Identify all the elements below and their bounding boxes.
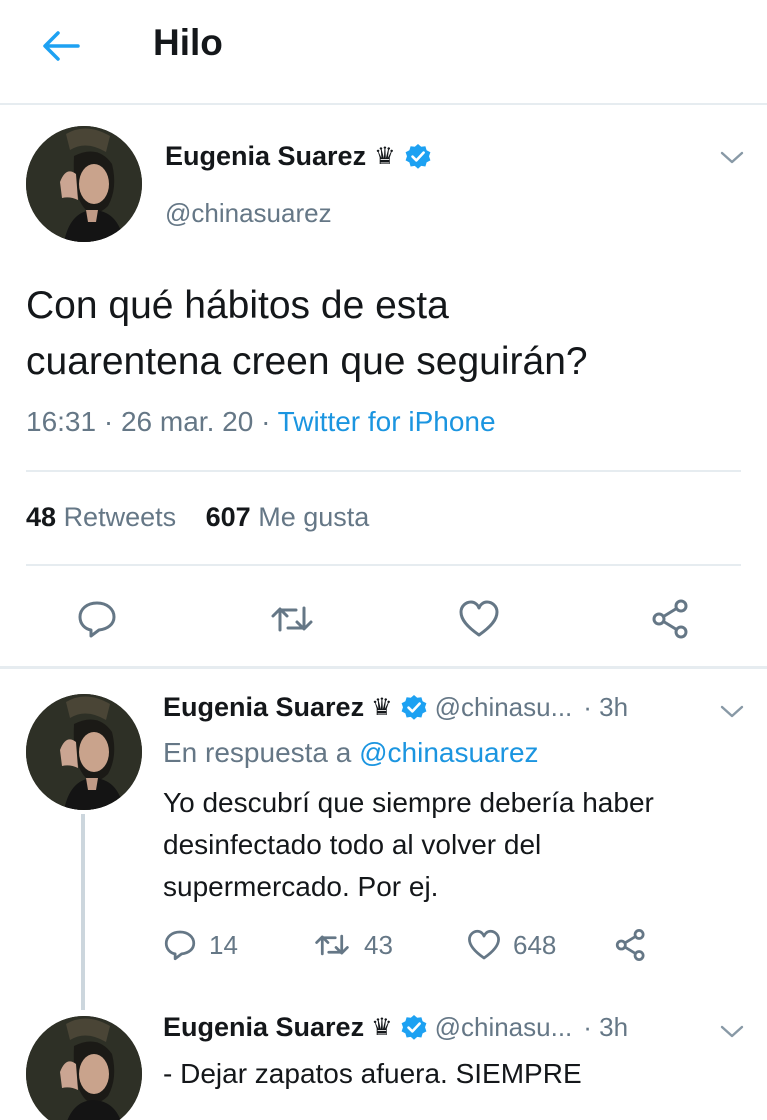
- share-button[interactable]: [650, 598, 692, 640]
- retweet-icon: [271, 606, 313, 632]
- divider: [26, 470, 741, 472]
- reply-context: En respuesta a @chinasuarez: [163, 737, 539, 769]
- tweet-source-link[interactable]: Twitter for iPhone: [278, 406, 496, 437]
- share-action[interactable]: [614, 928, 648, 962]
- avatar[interactable]: [26, 694, 142, 810]
- tweet-text-line: Yo descubrí que siempre debería haber: [163, 787, 654, 818]
- verified-badge-icon: [405, 143, 430, 169]
- like-button[interactable]: [458, 598, 500, 640]
- tweet-age: · 3h: [583, 692, 629, 722]
- reply-handle-link[interactable]: @chinasuarez: [359, 737, 538, 768]
- section-divider: [0, 666, 767, 669]
- likes-count: 607: [205, 502, 251, 532]
- like-icon: [459, 600, 499, 637]
- verified-badge-icon: [401, 1014, 426, 1040]
- share-icon: [615, 929, 645, 961]
- author-name[interactable]: Eugenia Suarez: [163, 1012, 364, 1043]
- tweet-meta: 16:31 · 26 mar. 20 · Twitter for iPhone: [26, 406, 496, 437]
- chevron-down-icon: [720, 705, 744, 718]
- retweet-action[interactable]: 43: [312, 928, 393, 962]
- author-handle[interactable]: @chinasuarez: [165, 198, 332, 229]
- tweet-text-line: - Dejar zapatos afuera. SIEMPRE: [163, 1058, 582, 1089]
- reply-icon: [78, 601, 116, 638]
- tweet-text: Yo descubrí que siempre debería haber de…: [163, 782, 743, 908]
- retweets-count: 48: [26, 502, 57, 532]
- likes-label: Me gusta: [258, 502, 370, 532]
- tweet-date: 26 mar. 20: [120, 406, 254, 437]
- page-title: Hilo: [153, 22, 223, 63]
- share-icon: [652, 599, 688, 639]
- author-name[interactable]: Eugenia Suarez: [163, 692, 364, 723]
- tweet-text: Con qué hábitos de esta cuarentena creen…: [26, 278, 746, 390]
- tweet-menu-button[interactable]: [719, 150, 745, 166]
- tweet-text-line: Con qué hábitos de esta: [26, 284, 449, 327]
- reply-action[interactable]: 14: [163, 928, 238, 962]
- back-button[interactable]: [38, 26, 82, 66]
- back-arrow-icon: [43, 31, 80, 61]
- header-divider: [0, 103, 767, 105]
- reply-button[interactable]: [76, 598, 118, 640]
- retweets-stat[interactable]: 48 Retweets: [26, 502, 176, 532]
- author-handle[interactable]: @chinasu...: [435, 692, 573, 723]
- tweet-age: · 3h: [583, 1012, 629, 1042]
- author-handle[interactable]: @chinasu...: [435, 1012, 573, 1043]
- tweet-text-line: supermercado. Por ej.: [163, 871, 439, 902]
- crown-icon: ♛: [374, 143, 396, 170]
- retweet-button[interactable]: [268, 598, 316, 640]
- chevron-down-icon: [720, 1025, 744, 1038]
- like-action[interactable]: 648: [467, 928, 556, 962]
- thread-connector: [81, 814, 85, 1010]
- retweets-count: 43: [364, 929, 393, 960]
- replies-count: 14: [209, 929, 238, 960]
- chevron-down-icon: [720, 151, 744, 164]
- tweet-text-line: desinfectado todo al volver del: [163, 829, 542, 860]
- tweet-menu-button[interactable]: [719, 704, 745, 720]
- retweets-label: Retweets: [63, 502, 177, 532]
- divider: [26, 564, 741, 566]
- reply-icon: [164, 930, 196, 961]
- avatar[interactable]: [26, 1016, 142, 1120]
- crown-icon: ♛: [371, 1014, 393, 1041]
- like-icon: [468, 929, 500, 960]
- likes-stat[interactable]: 607 Me gusta: [206, 502, 370, 532]
- tweet-menu-button[interactable]: [719, 1024, 745, 1040]
- tweet-stats: 48 Retweets 607 Me gusta: [26, 502, 369, 533]
- tweet-text: - Dejar zapatos afuera. SIEMPRE: [163, 1053, 743, 1095]
- reply-prefix: En respuesta a: [163, 737, 352, 768]
- tweet-text-line: cuarentena creen que seguirán?: [26, 340, 588, 383]
- retweet-icon: [315, 934, 349, 956]
- tweet-time: 16:31: [26, 406, 97, 437]
- avatar[interactable]: [26, 126, 142, 242]
- author-name[interactable]: Eugenia Suarez: [165, 141, 366, 172]
- verified-badge-icon: [401, 694, 426, 720]
- likes-count: 648: [513, 929, 557, 960]
- crown-icon: ♛: [371, 694, 393, 721]
